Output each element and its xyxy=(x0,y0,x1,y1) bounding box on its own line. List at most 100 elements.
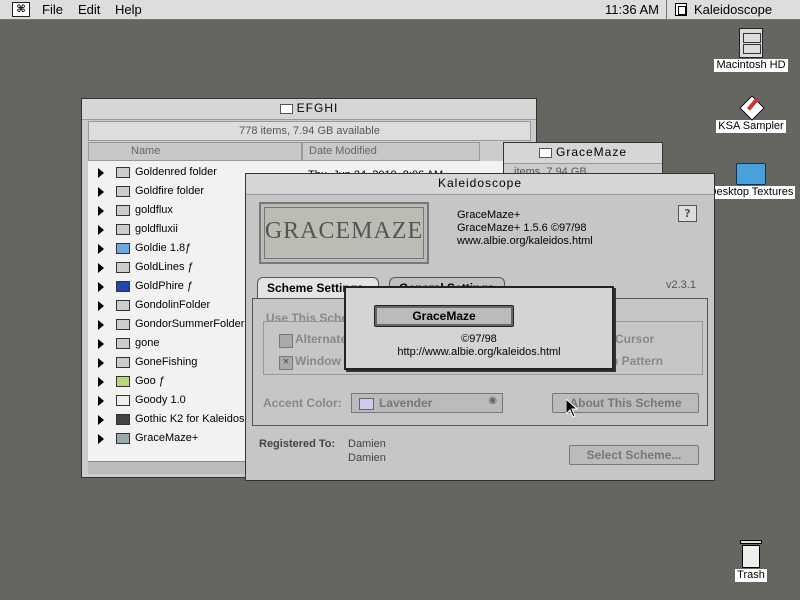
gracemaze-title-bar[interactable]: GraceMaze xyxy=(504,143,662,164)
folder-icon xyxy=(116,262,130,273)
file-name: GoldPhire ƒ xyxy=(135,280,194,292)
file-name: GoneFishing xyxy=(135,356,198,368)
logo-text: GRACEMAZE xyxy=(264,218,424,244)
menu-file[interactable]: File xyxy=(42,2,63,17)
menu-help[interactable]: Help xyxy=(115,2,142,17)
about-copyright: ©97/98 xyxy=(461,333,497,345)
accent-color-popup[interactable]: Lavender ◉ xyxy=(351,393,503,413)
folder-icon xyxy=(116,338,130,349)
list-item[interactable]: GoldLines ƒ xyxy=(92,259,262,278)
folder-icon xyxy=(116,319,130,330)
column-header-date[interactable]: Date Modified xyxy=(302,142,480,161)
disclosure-triangle-icon[interactable] xyxy=(98,377,104,387)
file-name: goldfluxii xyxy=(135,223,178,235)
popup-arrow-icon: ◉ xyxy=(488,395,497,406)
folder-icon xyxy=(116,376,130,387)
disclosure-triangle-icon[interactable] xyxy=(98,244,104,254)
desktop-icon-macintosh-hd[interactable]: Macintosh HD xyxy=(703,28,799,72)
disclosure-triangle-icon[interactable] xyxy=(98,225,104,235)
list-item[interactable]: GraceMaze+ xyxy=(92,430,262,449)
list-item[interactable]: goldflux xyxy=(92,202,262,221)
file-name: GondorSummerFolder xyxy=(135,318,245,330)
list-item[interactable]: Goo ƒ xyxy=(92,373,262,392)
finder-title-bar[interactable]: EFGHI xyxy=(82,99,536,120)
finder-info-bar: 778 items, 7.94 GB available xyxy=(88,121,531,141)
menu-bar: ⌘ File Edit Help 11:36 AM Kaleidoscope xyxy=(0,0,800,20)
list-item[interactable]: GondorSummerFolder xyxy=(92,316,262,335)
application-icon xyxy=(739,95,765,121)
select-scheme-button[interactable]: Select Scheme... xyxy=(569,445,699,465)
list-item[interactable]: Gothic K2 for Kaleidoscope xyxy=(92,411,268,430)
list-item[interactable]: goldfluxii xyxy=(92,221,262,240)
disclosure-triangle-icon[interactable] xyxy=(98,415,104,425)
list-item[interactable]: Goldfire folder xyxy=(92,183,262,202)
list-item[interactable]: Goldenred folder xyxy=(92,164,262,183)
folder-icon xyxy=(116,433,130,444)
file-name: Goody 1.0 xyxy=(135,394,186,406)
window-colors-checkbox[interactable]: × xyxy=(279,356,293,370)
disclosure-triangle-icon[interactable] xyxy=(98,396,104,406)
desktop-icon-label: Macintosh HD xyxy=(714,59,788,72)
folder-icon xyxy=(116,224,130,235)
application-menu[interactable]: Kaleidoscope xyxy=(694,2,772,17)
folder-icon xyxy=(116,205,130,216)
scheme-url: www.albie.org/kaleidos.html xyxy=(457,235,593,247)
application-icon xyxy=(675,3,687,16)
app-version: v2.3.1 xyxy=(666,279,696,291)
disclosure-triangle-icon[interactable] xyxy=(98,301,104,311)
scheme-name: GraceMaze+ xyxy=(457,209,521,221)
list-item[interactable]: Goody 1.0 xyxy=(92,392,262,411)
trash-icon xyxy=(740,540,762,568)
folder-icon xyxy=(538,147,552,158)
kaleidoscope-title-bar[interactable]: Kaleidoscope xyxy=(246,174,714,195)
folder-icon xyxy=(116,357,130,368)
column-header-name[interactable]: Name xyxy=(88,142,302,161)
accent-color-value: Lavender xyxy=(379,396,433,410)
list-item[interactable]: Goldie 1.8ƒ xyxy=(92,240,262,259)
help-icon: ? xyxy=(684,207,691,220)
disclosure-triangle-icon[interactable] xyxy=(98,339,104,349)
disclosure-triangle-icon[interactable] xyxy=(98,206,104,216)
file-name: goldflux xyxy=(135,204,173,216)
gracemaze-title: GraceMaze xyxy=(555,145,628,159)
list-item[interactable]: GondolinFolder xyxy=(92,297,262,316)
kaleidoscope-title: Kaleidoscope xyxy=(437,176,523,190)
desktop-icon-desktop-textures[interactable]: Desktop Textures xyxy=(703,163,799,199)
disclosure-triangle-icon[interactable] xyxy=(98,320,104,330)
disclosure-triangle-icon[interactable] xyxy=(98,187,104,197)
file-name: GraceMaze+ xyxy=(135,432,199,444)
desktop-icon-trash[interactable]: Trash xyxy=(703,540,799,582)
alternate-menus-checkbox[interactable] xyxy=(279,334,293,348)
clock[interactable]: 11:36 AM xyxy=(605,2,659,17)
lavender-swatch-icon xyxy=(359,398,374,410)
accent-color-label: Accent Color: xyxy=(263,396,342,410)
registered-organization: Damien xyxy=(348,452,386,464)
menu-edit[interactable]: Edit xyxy=(78,2,100,17)
list-item[interactable]: GoldPhire ƒ xyxy=(92,278,262,297)
cursor-label: Cursor xyxy=(615,332,655,346)
desktop-icon-ksa-sampler[interactable]: KSA Sampler xyxy=(703,95,799,133)
disclosure-triangle-icon[interactable] xyxy=(98,263,104,273)
disclosure-triangle-icon[interactable] xyxy=(98,358,104,368)
apple-menu-icon[interactable]: ⌘ xyxy=(12,2,30,17)
help-button[interactable]: ? xyxy=(678,205,697,222)
about-scheme-popup: GraceMaze ©97/98 http://www.albie.org/ka… xyxy=(344,286,614,370)
scheme-name-label: GraceMaze xyxy=(377,308,511,324)
column-header-label: Name xyxy=(131,145,161,157)
file-name: GondolinFolder xyxy=(135,299,211,311)
file-name: GoldLines ƒ xyxy=(135,261,194,273)
column-header-label: Date Modified xyxy=(309,145,377,157)
folder-icon xyxy=(116,414,130,425)
file-name: Goldie 1.8ƒ xyxy=(135,242,192,254)
disclosure-triangle-icon[interactable] xyxy=(98,282,104,292)
menu-divider xyxy=(666,0,667,19)
folder-icon xyxy=(116,167,130,178)
disclosure-triangle-icon[interactable] xyxy=(98,168,104,178)
registered-name: Damien xyxy=(348,438,386,450)
list-item[interactable]: GoneFishing xyxy=(92,354,262,373)
list-item[interactable]: gone xyxy=(92,335,262,354)
about-url: http://www.albie.org/kaleidos.html xyxy=(397,346,561,358)
disclosure-triangle-icon[interactable] xyxy=(98,434,104,444)
desktop-icon-label: KSA Sampler xyxy=(716,120,786,133)
folder-icon xyxy=(116,395,130,406)
